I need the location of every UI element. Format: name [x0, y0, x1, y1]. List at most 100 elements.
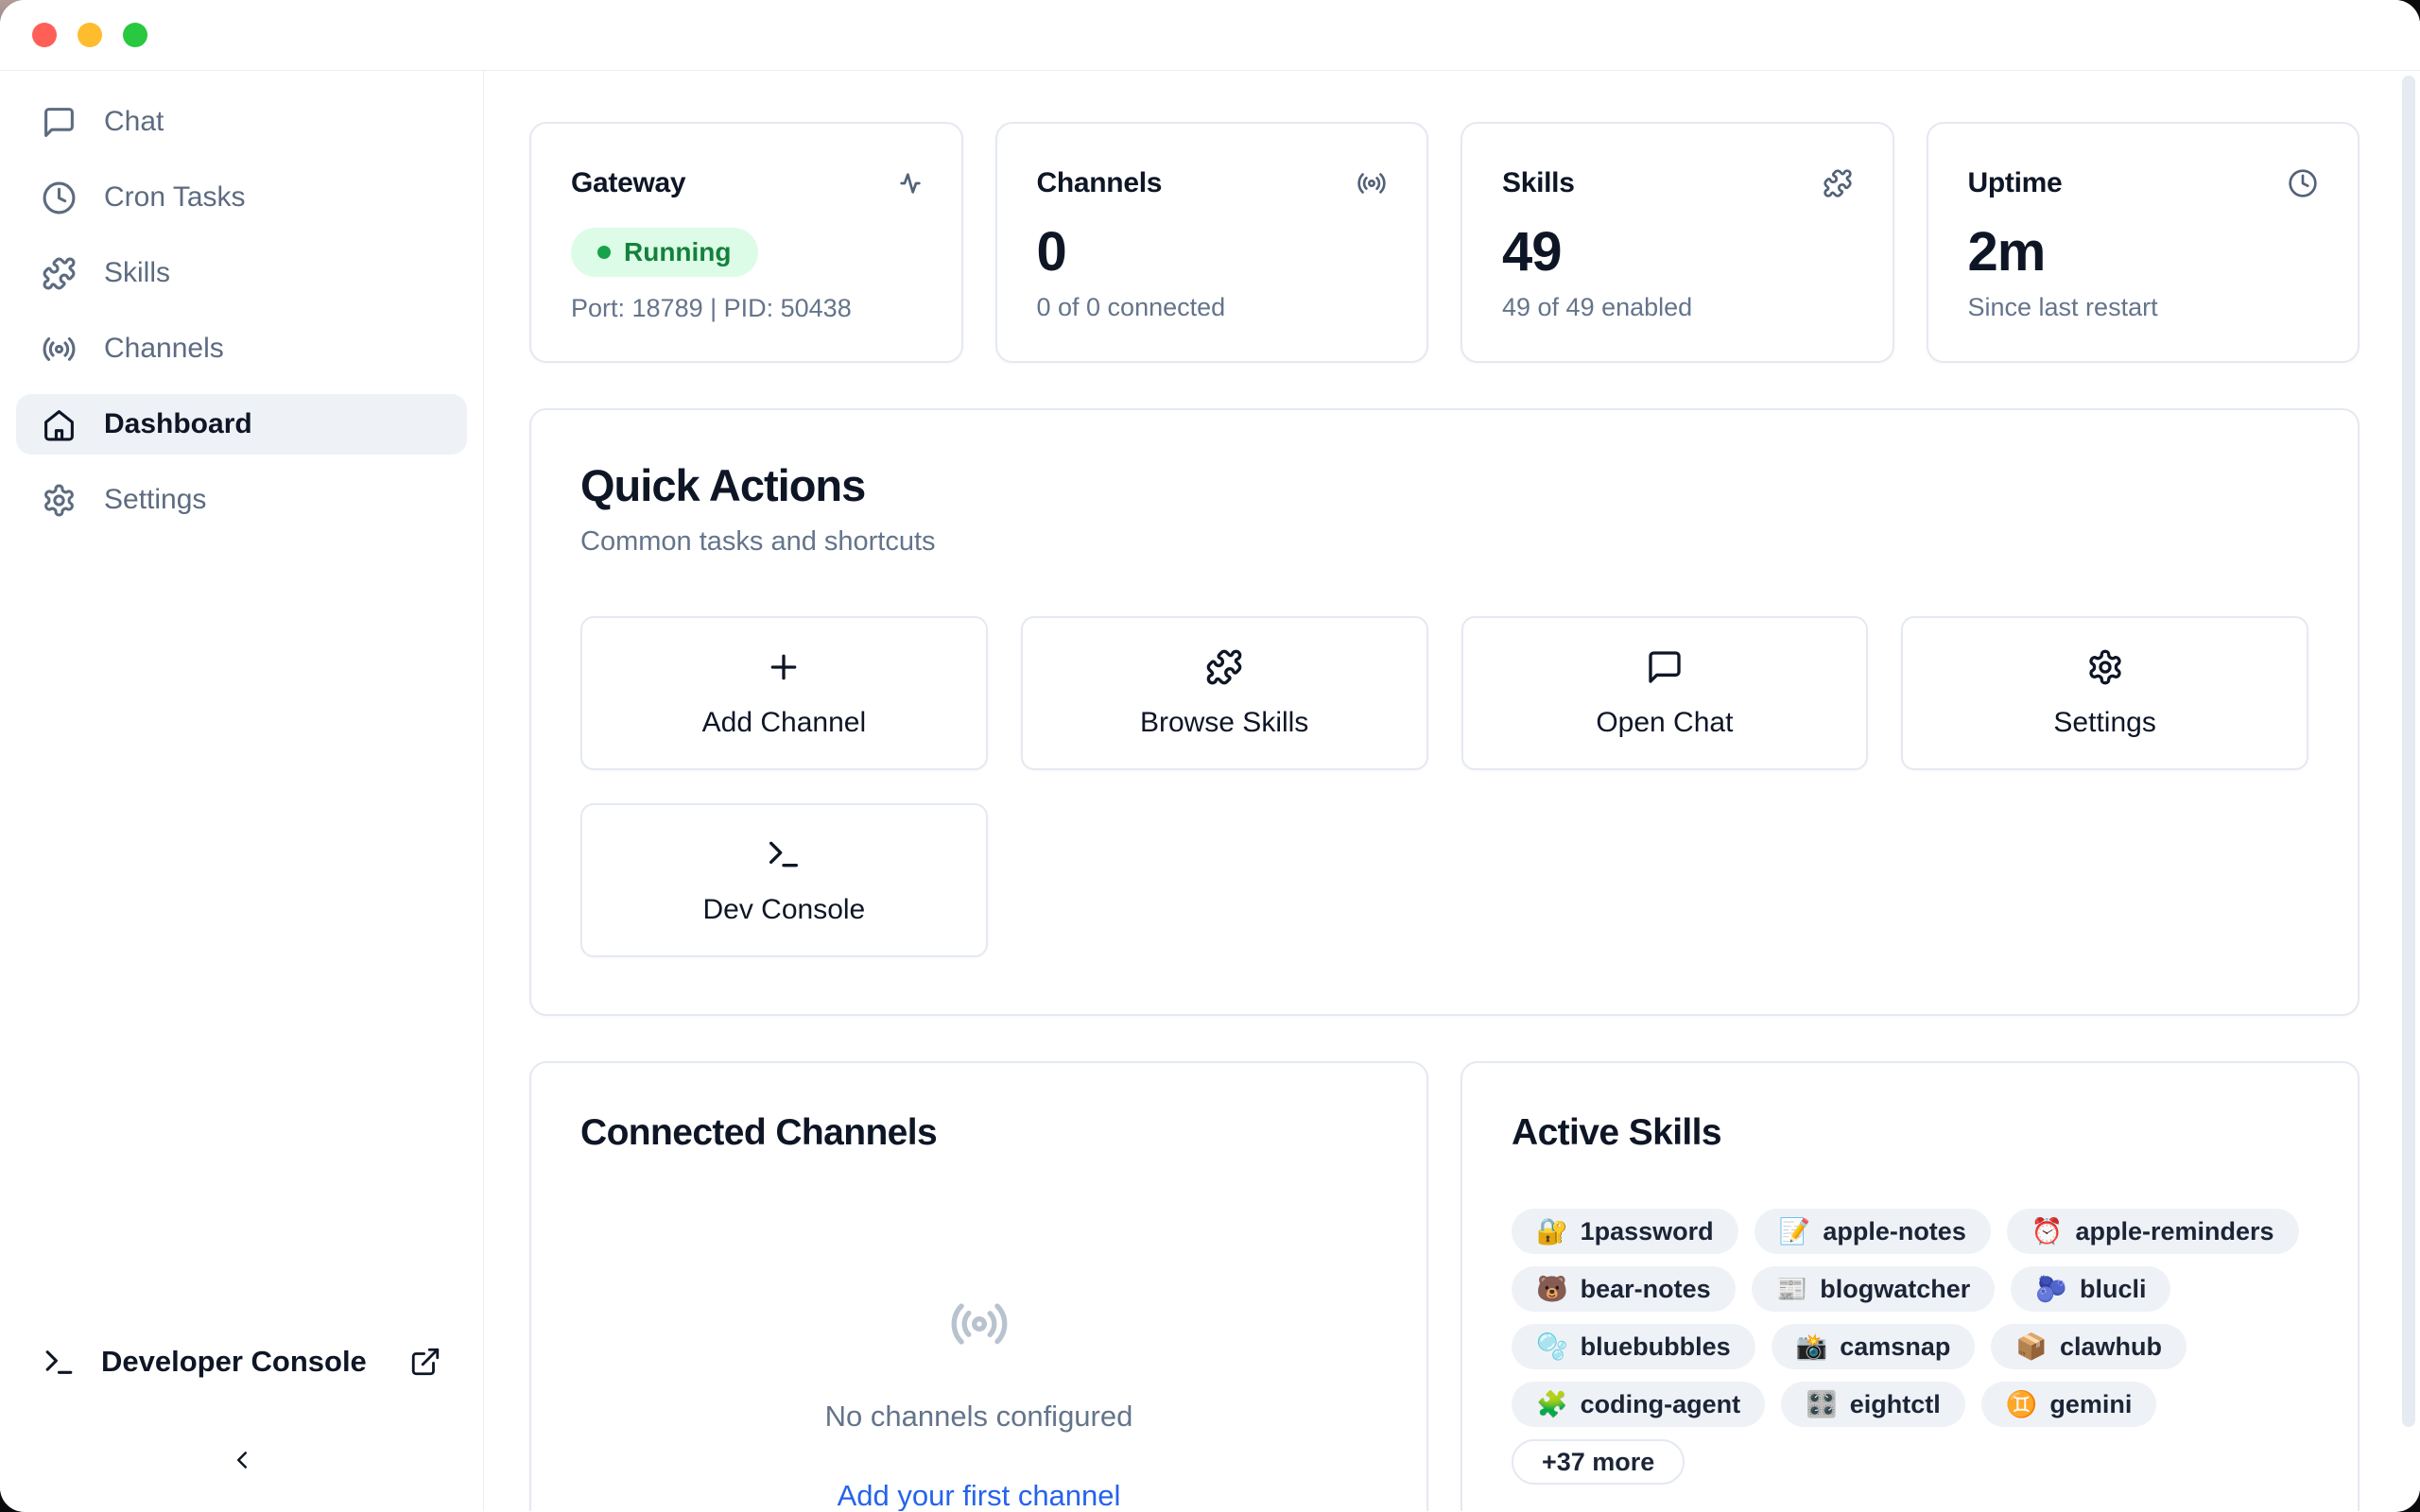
quick-action-button[interactable]: Open Chat — [1461, 616, 1869, 770]
skill-emoji-icon: 🎛️ — [1806, 1392, 1838, 1418]
skill-badge: 📸 camsnap — [1772, 1324, 1976, 1369]
stat-subtext: 49 of 49 enabled — [1502, 293, 1853, 322]
skill-badge: 📦 clawhub — [1991, 1324, 2187, 1369]
clock-icon — [42, 180, 77, 215]
skill-badge: ♊ gemini — [1981, 1382, 2157, 1427]
stat-card-title: Uptime — [1968, 167, 2063, 199]
sidebar-item-label: Dashboard — [104, 408, 252, 440]
skill-name: camsnap — [1840, 1332, 1950, 1362]
sidebar-item[interactable]: Chat — [16, 92, 467, 152]
plus-icon — [765, 648, 803, 686]
clock-icon — [2288, 168, 2318, 198]
status-badge-label: Running — [624, 237, 732, 267]
skill-badge: 🐻 bear-notes — [1512, 1266, 1736, 1312]
skill-emoji-icon: 🔐 — [1536, 1219, 1568, 1245]
stat-card-title: Channels — [1037, 167, 1163, 199]
skill-emoji-icon: ♊ — [2006, 1392, 2038, 1418]
stat-card: Uptime 2m Since last restart — [1927, 122, 2360, 363]
stat-value: 2m — [1968, 224, 2319, 282]
stat-card-title: Gateway — [571, 167, 685, 199]
developer-console-label: Developer Console — [101, 1345, 367, 1379]
skill-name: blogwatcher — [1820, 1275, 1970, 1304]
skill-emoji-icon: 🐻 — [1536, 1277, 1568, 1302]
quick-action-button[interactable]: Settings — [1901, 616, 2308, 770]
active-skills-title: Active Skills — [1512, 1112, 2308, 1154]
sidebar-item[interactable]: Dashboard — [16, 394, 467, 455]
stat-subtext: Port: 18789 | PID: 50438 — [571, 294, 922, 323]
stats-row: Gateway Running Port: 18789 | PID: 50438 — [529, 122, 2360, 363]
skill-name: bluebubbles — [1581, 1332, 1731, 1362]
close-window-button[interactable] — [32, 23, 57, 47]
quick-action-label: Dev Console — [702, 894, 865, 926]
quick-actions-subtitle: Common tasks and shortcuts — [580, 526, 2308, 558]
minimize-window-button[interactable] — [78, 23, 102, 47]
main-content: Gateway Running Port: 18789 | PID: 50438 — [484, 71, 2420, 1511]
radio-icon — [949, 1294, 1010, 1354]
puzzle-icon — [42, 256, 77, 291]
skill-badge: 🫐 blucli — [2011, 1266, 2170, 1312]
skill-emoji-icon: 📝 — [1779, 1219, 1811, 1245]
puzzle-icon — [1205, 648, 1243, 686]
developer-console-button[interactable]: Developer Console — [16, 1332, 467, 1392]
more-skills-button[interactable]: +37 more — [1512, 1439, 1685, 1485]
skill-name: clawhub — [2060, 1332, 2162, 1362]
zoom-window-button[interactable] — [123, 23, 147, 47]
skill-badge: 🎛️ eightctl — [1781, 1382, 1965, 1427]
stat-card: Gateway Running Port: 18789 | PID: 50438 — [529, 122, 963, 363]
stat-card: Channels 0 0 of 0 connected — [995, 122, 1429, 363]
skill-name: 1password — [1581, 1217, 1714, 1246]
sidebar-item[interactable]: Settings — [16, 470, 467, 530]
sidebar-item-label: Cron Tasks — [104, 181, 246, 214]
skill-name: apple-notes — [1823, 1217, 1966, 1246]
skill-emoji-icon: 📦 — [2015, 1334, 2048, 1360]
skill-emoji-icon: 🫐 — [2035, 1277, 2067, 1302]
stat-value: 0 — [1037, 224, 1388, 282]
quick-actions-title: Quick Actions — [580, 459, 2308, 511]
puzzle-icon — [1823, 168, 1853, 198]
skill-badge: 🫧 bluebubbles — [1512, 1324, 1755, 1369]
skill-emoji-icon: 🧩 — [1536, 1392, 1568, 1418]
skill-name: gemini — [2049, 1390, 2132, 1419]
channels-empty-text: No channels configured — [825, 1400, 1133, 1434]
sidebar-item-label: Chat — [104, 106, 164, 138]
sidebar-footer: Developer Console — [16, 1332, 467, 1486]
sidebar-item-label: Channels — [104, 333, 224, 365]
skill-badge: ⏰ apple-reminders — [2007, 1209, 2299, 1254]
quick-actions-card: Quick Actions Common tasks and shortcuts… — [529, 408, 2360, 1016]
app-window: Chat Cron Tasks Skills Channels — [0, 0, 2420, 1512]
status-badge: Running — [571, 228, 758, 277]
skill-name: eightctl — [1850, 1390, 1941, 1419]
stat-subtext: Since last restart — [1968, 293, 2319, 322]
quick-action-button[interactable]: Add Channel — [580, 616, 988, 770]
collapse-sidebar-button[interactable] — [216, 1434, 268, 1486]
quick-action-label: Browse Skills — [1140, 707, 1308, 739]
skill-name: blucli — [2080, 1275, 2147, 1304]
quick-action-label: Open Chat — [1596, 707, 1733, 739]
add-first-channel-link[interactable]: Add your first channel — [838, 1479, 1121, 1511]
sidebar-item[interactable]: Channels — [16, 318, 467, 379]
quick-action-label: Settings — [2053, 707, 2155, 739]
active-skills-card: Active Skills 🔐 1password 📝 apple-notes — [1461, 1061, 2360, 1511]
sidebar-item[interactable]: Skills — [16, 243, 467, 303]
activity-icon — [891, 168, 922, 198]
connected-channels-title: Connected Channels — [580, 1112, 1377, 1154]
stat-card: Skills 49 49 of 49 enabled — [1461, 122, 1894, 363]
stat-value: 49 — [1502, 224, 1853, 282]
sidebar-nav: Chat Cron Tasks Skills Channels — [16, 92, 467, 545]
skill-emoji-icon: 📸 — [1796, 1334, 1828, 1360]
skill-name: apple-reminders — [2075, 1217, 2273, 1246]
skill-badge: 🧩 coding-agent — [1512, 1382, 1765, 1427]
quick-actions-grid: Add Channel Browse Skills Open Chat — [580, 616, 2308, 957]
vertical-scrollbar[interactable] — [2402, 76, 2415, 1427]
skill-emoji-icon: 📰 — [1776, 1277, 1808, 1302]
terminal-icon — [765, 835, 803, 873]
quick-action-button[interactable]: Browse Skills — [1021, 616, 1428, 770]
skill-emoji-icon: ⏰ — [2031, 1219, 2064, 1245]
channels-empty-state: No channels configured Add your first ch… — [580, 1294, 1377, 1511]
quick-action-button[interactable]: Dev Console — [580, 803, 988, 957]
quick-action-label: Add Channel — [702, 707, 866, 739]
sidebar-item[interactable]: Cron Tasks — [16, 167, 467, 228]
sidebar-item-label: Settings — [104, 484, 206, 516]
skill-badge: 📝 apple-notes — [1754, 1209, 1991, 1254]
house-icon — [42, 407, 77, 442]
